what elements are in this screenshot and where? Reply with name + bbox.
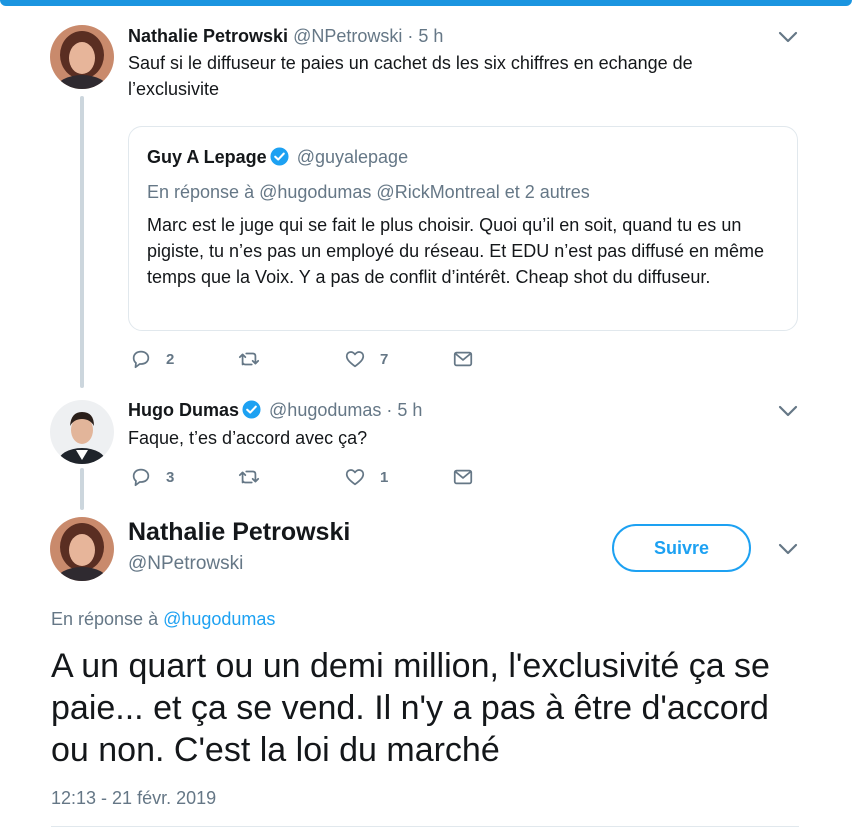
separator: · [386, 400, 393, 420]
verified-badge-icon [270, 147, 289, 166]
top-bar [0, 0, 852, 6]
like-count: 1 [380, 468, 389, 486]
like-count: 7 [380, 350, 389, 368]
quoted-tweet[interactable]: Guy A Lepage @guyalepage En réponse à @h… [128, 126, 798, 331]
author-name[interactable]: Nathalie Petrowski [128, 26, 288, 46]
quote-reply-context: En réponse à @hugodumas @RickMontreal et… [147, 182, 590, 202]
retweet-icon [238, 470, 260, 484]
quote-header: Guy A Lepage @guyalepage [147, 147, 408, 168]
reply-icon [132, 350, 150, 369]
tweet-text: A un quart ou un demi million, l'exclusi… [51, 647, 770, 769]
verified-badge-icon [242, 400, 261, 419]
reply-button[interactable]: 2 [130, 347, 174, 371]
chevron-down-icon[interactable] [778, 30, 798, 44]
dm-button[interactable] [452, 465, 474, 489]
reply-count: 2 [166, 350, 175, 368]
like-button[interactable]: 7 [344, 347, 388, 371]
like-button[interactable]: 1 [344, 465, 388, 489]
heart-icon [345, 469, 365, 486]
tweet-text: Faque, t’es d’accord avec ça? [128, 428, 368, 448]
chevron-down-icon[interactable] [778, 404, 798, 418]
avatar[interactable] [50, 400, 114, 464]
reply-button[interactable]: 3 [130, 465, 174, 489]
tweet-timestamp[interactable]: 12:13 - 21 févr. 2019 [51, 788, 216, 809]
tweet-header: Hugo Dumas @hugodumas · 5 h [128, 400, 422, 421]
reply-prefix: En réponse à [51, 609, 159, 629]
retweet-button[interactable] [238, 465, 274, 489]
tweet-time[interactable]: 5 h [397, 400, 422, 420]
dm-button[interactable] [452, 347, 474, 371]
reply-handle-link[interactable]: @hugodumas [163, 609, 275, 629]
quote-author-handle: @guyalepage [296, 147, 409, 167]
tweet-text: Sauf si le diffuseur te paies un cachet … [128, 53, 693, 99]
follow-button[interactable]: Suivre [612, 524, 751, 572]
author-handle[interactable]: @hugodumas [269, 400, 381, 420]
avatar[interactable] [50, 517, 114, 581]
retweet-icon [238, 352, 260, 366]
author-name[interactable]: Hugo Dumas [128, 400, 239, 420]
thread-line [80, 468, 84, 510]
heart-icon [345, 351, 365, 368]
thread-line [80, 96, 84, 388]
author-handle[interactable]: @NPetrowski [128, 553, 243, 575]
reply-count: 3 [166, 468, 175, 486]
author-handle[interactable]: @NPetrowski [293, 26, 402, 46]
reply-context: En réponse à @hugodumas [51, 609, 275, 630]
envelope-icon [453, 469, 473, 485]
chevron-down-icon[interactable] [778, 542, 798, 556]
author-name[interactable]: Nathalie Petrowski [128, 518, 350, 547]
quote-text: Marc est le juge qui se fait le plus cho… [147, 215, 765, 287]
envelope-icon [453, 351, 473, 367]
tweet-time[interactable]: 5 h [418, 26, 443, 46]
tweet-header: Nathalie Petrowski @NPetrowski · 5 h [128, 26, 443, 47]
retweet-button[interactable] [238, 347, 274, 371]
reply-icon [132, 468, 150, 487]
avatar[interactable] [50, 25, 114, 89]
separator: · [407, 26, 414, 46]
divider [51, 826, 799, 827]
quote-author-name: Guy A Lepage [147, 147, 267, 167]
